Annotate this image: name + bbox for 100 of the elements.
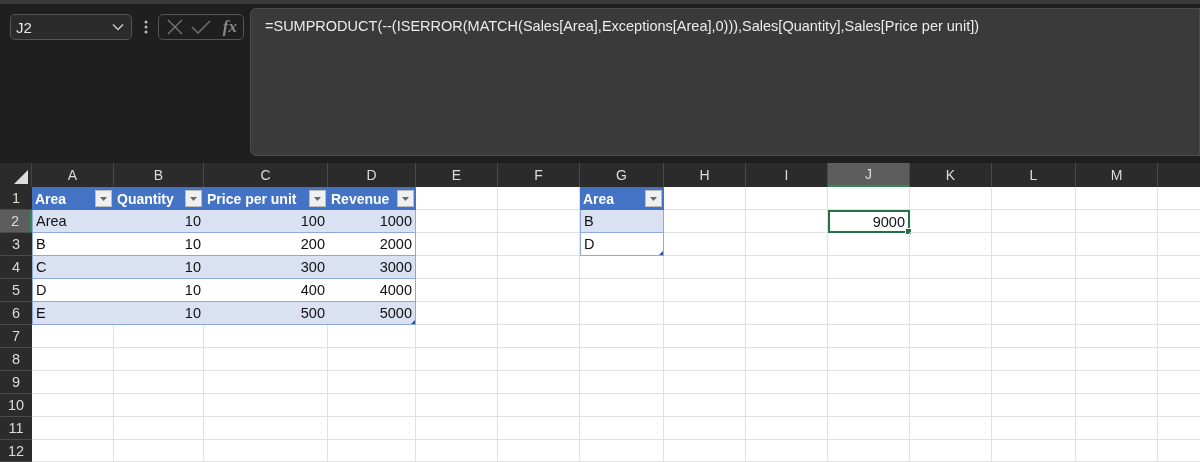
empty-cell[interactable] — [498, 256, 580, 279]
column-header[interactable]: M — [1076, 163, 1158, 187]
empty-cell[interactable] — [328, 394, 416, 417]
empty-cell[interactable] — [746, 348, 828, 371]
filter-dropdown-button[interactable] — [397, 190, 414, 207]
empty-cell[interactable] — [498, 325, 580, 348]
empty-cell[interactable] — [910, 233, 992, 256]
empty-cell[interactable] — [416, 371, 498, 394]
empty-cell[interactable] — [746, 302, 828, 325]
filter-dropdown-button[interactable] — [645, 190, 662, 207]
row-header[interactable]: 2 — [0, 210, 32, 233]
row-header[interactable]: 7 — [0, 325, 32, 348]
empty-cell[interactable] — [664, 394, 746, 417]
empty-cell[interactable] — [580, 371, 664, 394]
empty-cell[interactable] — [746, 325, 828, 348]
column-header[interactable]: K — [910, 163, 992, 187]
check-icon[interactable] — [191, 20, 211, 34]
empty-cell[interactable] — [828, 417, 910, 440]
empty-cell[interactable] — [992, 233, 1076, 256]
empty-cell[interactable] — [1076, 210, 1158, 233]
empty-cell[interactable] — [746, 417, 828, 440]
column-header[interactable]: A — [32, 163, 114, 187]
row-header[interactable]: 4 — [0, 256, 32, 279]
empty-cell[interactable] — [910, 348, 992, 371]
more-options-icon[interactable] — [144, 20, 148, 34]
empty-cell[interactable] — [746, 440, 828, 462]
empty-cell[interactable] — [828, 394, 910, 417]
empty-cell[interactable] — [416, 440, 498, 462]
column-header[interactable]: C — [204, 163, 328, 187]
empty-cell[interactable] — [1076, 348, 1158, 371]
empty-cell[interactable] — [204, 440, 328, 462]
column-header[interactable]: E — [416, 163, 498, 187]
empty-cell[interactable] — [992, 279, 1076, 302]
empty-cell[interactable] — [1076, 417, 1158, 440]
empty-cell[interactable] — [328, 348, 416, 371]
empty-cell[interactable] — [580, 394, 664, 417]
empty-cell[interactable] — [910, 256, 992, 279]
empty-cell[interactable] — [746, 233, 828, 256]
empty-cell[interactable] — [1076, 256, 1158, 279]
empty-cell[interactable] — [992, 348, 1076, 371]
empty-cell[interactable] — [328, 417, 416, 440]
empty-cell[interactable] — [328, 325, 416, 348]
empty-cell[interactable] — [416, 325, 498, 348]
formula-field[interactable]: =SUMPRODUCT(--(ISERROR(MATCH(Sales[Area],Exceptions[Area],0))),Sales[Quantity],Sales[Price per unit]) — [250, 8, 1200, 156]
empty-cell[interactable] — [664, 302, 746, 325]
empty-cell[interactable] — [910, 279, 992, 302]
row-header[interactable]: 12 — [0, 440, 32, 462]
cancel-icon[interactable] — [167, 19, 183, 35]
resize-handle[interactable] — [659, 251, 663, 255]
empty-cell[interactable] — [664, 440, 746, 462]
empty-cell[interactable] — [204, 348, 328, 371]
empty-cell[interactable] — [992, 256, 1076, 279]
column-header[interactable]: G — [580, 163, 664, 187]
empty-cell[interactable] — [1076, 302, 1158, 325]
empty-cell[interactable] — [828, 348, 910, 371]
empty-cell[interactable] — [910, 302, 992, 325]
filter-dropdown-button[interactable] — [309, 190, 326, 207]
empty-cell[interactable] — [746, 394, 828, 417]
empty-cell[interactable] — [828, 233, 910, 256]
empty-cell[interactable] — [1076, 325, 1158, 348]
fill-handle[interactable] — [905, 228, 912, 235]
empty-cell[interactable] — [992, 210, 1076, 233]
empty-cell[interactable] — [1076, 187, 1158, 210]
empty-cell[interactable] — [910, 371, 992, 394]
empty-cell[interactable] — [580, 348, 664, 371]
empty-cell[interactable] — [498, 394, 580, 417]
empty-cell[interactable] — [828, 256, 910, 279]
empty-cell[interactable] — [498, 371, 580, 394]
empty-cell[interactable] — [828, 325, 910, 348]
empty-cell[interactable] — [204, 394, 328, 417]
empty-cell[interactable] — [416, 348, 498, 371]
empty-cell[interactable] — [910, 187, 992, 210]
column-header[interactable]: L — [992, 163, 1076, 187]
empty-cell[interactable] — [204, 417, 328, 440]
empty-cell[interactable] — [910, 394, 992, 417]
empty-cell[interactable] — [910, 325, 992, 348]
empty-cell[interactable] — [992, 394, 1076, 417]
empty-cell[interactable] — [828, 440, 910, 462]
empty-cell[interactable] — [664, 417, 746, 440]
empty-cell[interactable] — [828, 302, 910, 325]
empty-cell[interactable] — [664, 279, 746, 302]
row-header[interactable]: 5 — [0, 279, 32, 302]
empty-cell[interactable] — [204, 325, 328, 348]
empty-cell[interactable] — [1076, 394, 1158, 417]
empty-cell[interactable] — [498, 417, 580, 440]
column-header[interactable]: B — [114, 163, 204, 187]
empty-cell[interactable] — [746, 187, 828, 210]
empty-cell[interactable] — [828, 371, 910, 394]
empty-cell[interactable] — [580, 440, 664, 462]
empty-cell[interactable] — [664, 256, 746, 279]
row-header[interactable]: 9 — [0, 371, 32, 394]
empty-cell[interactable] — [580, 279, 664, 302]
empty-cell[interactable] — [664, 348, 746, 371]
column-header[interactable]: H — [664, 163, 746, 187]
empty-cell[interactable] — [910, 440, 992, 462]
select-all-button[interactable] — [0, 163, 32, 187]
empty-cell[interactable] — [580, 256, 664, 279]
empty-cell[interactable] — [1076, 371, 1158, 394]
empty-cell[interactable] — [416, 417, 498, 440]
row-header[interactable]: 11 — [0, 417, 32, 440]
